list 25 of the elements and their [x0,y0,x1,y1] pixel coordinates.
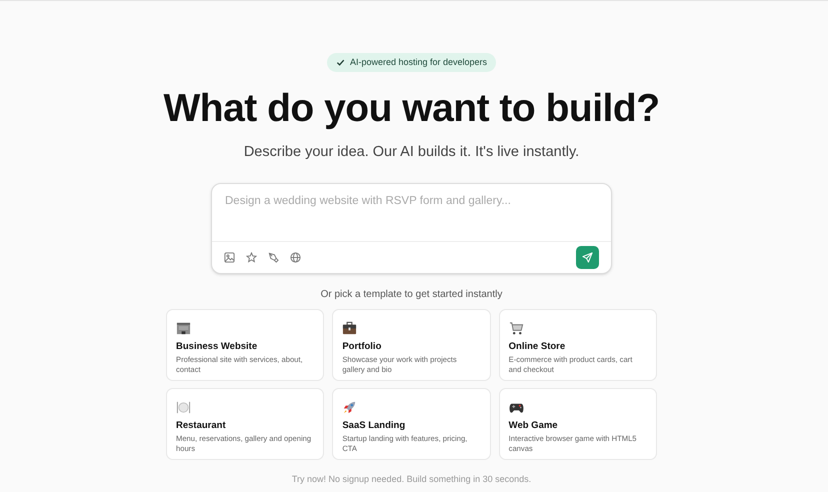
card-title: Online Store [508,340,566,353]
image-icon[interactable] [224,252,235,263]
card-title: Restaurant [176,420,227,432]
card-title: Portfolio [342,340,382,353]
templates-intro: Or pick a template to get started instantly [320,288,502,302]
subtitle: Describe your idea. Our AI builds it. It's live instantly. [244,143,580,162]
footer-note: Try now! No signup needed. Build something in 30 seconds. [292,474,532,485]
star-icon[interactable] [246,252,257,263]
card-title: Web Game [508,420,559,432]
rocket-icon [342,400,358,415]
card-title: SaaS Landing [342,420,406,432]
building-icon [176,320,191,336]
heading: What do you want to build? [163,86,660,132]
globe-icon[interactable] [290,252,301,263]
check-icon [336,58,345,67]
prompt-field[interactable]: Design a wedding website with RSVP form and gallery... [212,184,611,241]
prompt-box[interactable]: Design a wedding website with RSVP form and gallery... [211,182,612,274]
shopping-cart-icon [508,320,524,336]
briefcase-icon [342,320,358,336]
badge-text: AI-powered hosting for developers [350,56,488,69]
send-button[interactable] [576,246,599,269]
plate-icon [176,400,191,415]
send-icon [582,252,593,263]
card-title: Business Website [176,340,258,353]
pen-nib-icon[interactable] [268,252,279,263]
